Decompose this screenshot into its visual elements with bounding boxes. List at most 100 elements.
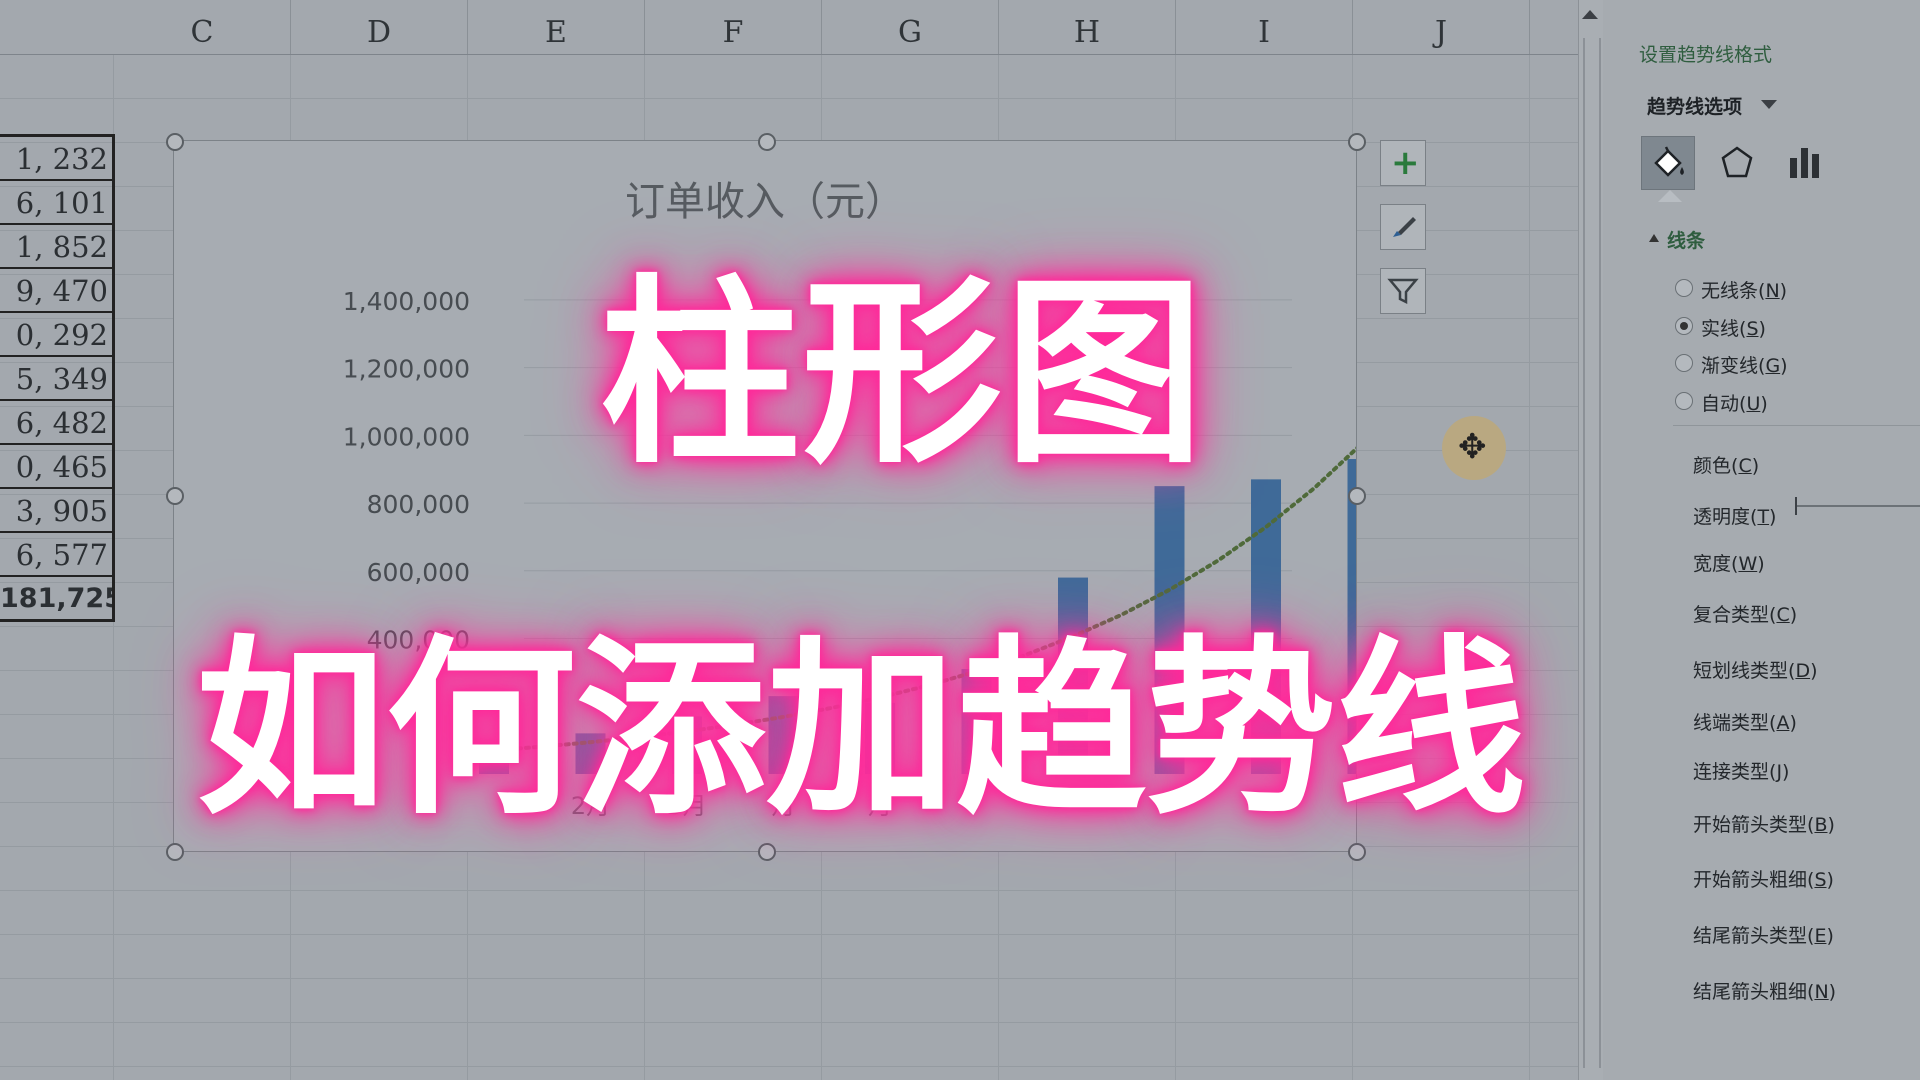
- column-header-c[interactable]: C: [114, 0, 291, 54]
- row-gridline: [0, 1066, 1578, 1067]
- shortcut-key: C: [1776, 604, 1790, 626]
- overlay-caption-title: 柱形图: [600, 258, 1207, 491]
- prop-label: 开始箭头类型: [1693, 814, 1808, 836]
- resize-handle[interactable]: [166, 487, 184, 505]
- prop-label: 颜色: [1693, 455, 1732, 477]
- shortcut-key: S: [1814, 869, 1827, 891]
- radio-button-selected[interactable]: [1675, 317, 1693, 335]
- prop-label: 复合类型: [1693, 604, 1770, 626]
- prop-cap-type[interactable]: 线端类型(A): [1693, 708, 1797, 735]
- prop-compound-type[interactable]: 复合类型(C): [1693, 600, 1797, 627]
- overlay-caption-subtitle: 如何添加趋势线: [196, 619, 1527, 840]
- y-tick-label: 1,000,000: [343, 422, 470, 451]
- divider: [1673, 425, 1920, 426]
- plus-icon: +: [1391, 143, 1420, 183]
- prop-label: 结尾箭头类型: [1693, 925, 1808, 947]
- shortcut-key: A: [1776, 712, 1790, 734]
- prop-dash-type[interactable]: 短划线类型(D): [1693, 656, 1818, 683]
- shortcut-key: N: [1814, 981, 1829, 1003]
- column-header-h[interactable]: H: [999, 0, 1176, 54]
- prop-label: 开始箭头粗细: [1693, 869, 1808, 891]
- row-gridline: [0, 890, 1578, 891]
- table-cell[interactable]: 0, 465: [0, 445, 112, 489]
- tab-pointer: [1658, 190, 1682, 202]
- shortcut-key: U: [1746, 393, 1761, 415]
- table-cell[interactable]: 1, 232: [0, 137, 112, 181]
- resize-handle[interactable]: [758, 133, 776, 151]
- chart-title[interactable]: 订单收入（元）: [174, 169, 1356, 227]
- resize-handle[interactable]: [1348, 487, 1366, 505]
- column-header-g[interactable]: G: [822, 0, 999, 54]
- tab-fill-line[interactable]: [1641, 136, 1695, 190]
- table-cell[interactable]: 1, 852: [0, 225, 112, 269]
- prop-label: 短划线类型: [1693, 660, 1789, 682]
- trendline-options-dropdown[interactable]: 趋势线选项: [1647, 92, 1742, 119]
- y-tick-label: 1,200,000: [343, 355, 470, 384]
- pane-title: 设置趋势线格式: [1639, 44, 1773, 66]
- tab-effects[interactable]: [1711, 136, 1763, 188]
- resize-handle[interactable]: [166, 133, 184, 151]
- scrollbar-track[interactable]: [1583, 38, 1601, 1068]
- scroll-up-arrow-icon[interactable]: [1582, 10, 1598, 19]
- resize-handle[interactable]: [1348, 843, 1366, 861]
- section-line-header[interactable]: 线条: [1667, 226, 1705, 253]
- radio-label: 无线条: [1701, 280, 1759, 302]
- prop-begin-arrow-size[interactable]: 开始箭头粗细(S): [1693, 865, 1834, 892]
- y-tick-label: 800,000: [367, 490, 470, 519]
- table-cell[interactable]: 6, 101: [0, 181, 112, 225]
- prop-label: 结尾箭头粗细: [1693, 981, 1808, 1003]
- shortcut-key: T: [1757, 506, 1770, 528]
- resize-handle[interactable]: [166, 843, 184, 861]
- chart-elements-button[interactable]: +: [1380, 140, 1426, 186]
- row-gridline: [0, 98, 1578, 99]
- chevron-down-icon[interactable]: [1761, 100, 1777, 109]
- shortcut-key: G: [1765, 355, 1781, 377]
- table-cell[interactable]: 3, 905: [0, 489, 112, 533]
- column-header-d[interactable]: D: [291, 0, 468, 54]
- radio-button[interactable]: [1675, 279, 1693, 297]
- prop-join-type[interactable]: 连接类型(J): [1693, 757, 1789, 784]
- table-cell[interactable]: 9, 470: [0, 269, 112, 313]
- prop-end-arrow-type[interactable]: 结尾箭头类型(E): [1693, 921, 1834, 948]
- prop-color[interactable]: 颜色(C): [1693, 451, 1759, 478]
- transparency-slider-thumb[interactable]: [1795, 497, 1797, 515]
- prop-end-arrow-size[interactable]: 结尾箭头粗细(N): [1693, 977, 1836, 1004]
- y-tick-label: 600,000: [367, 558, 470, 587]
- column-header-e[interactable]: E: [468, 0, 645, 54]
- resize-handle[interactable]: [758, 843, 776, 861]
- prop-begin-arrow-type[interactable]: 开始箭头类型(B): [1693, 810, 1835, 837]
- radio-label: 自动: [1701, 393, 1740, 415]
- shortcut-key: S: [1746, 318, 1759, 340]
- shortcut-key: B: [1814, 814, 1828, 836]
- prop-width[interactable]: 宽度(W): [1693, 549, 1765, 576]
- table-cell[interactable]: 6, 482: [0, 401, 112, 445]
- radio-button[interactable]: [1675, 392, 1693, 410]
- column-header-j[interactable]: J: [1353, 0, 1530, 54]
- chart-filters-button[interactable]: [1380, 268, 1426, 314]
- radio-button[interactable]: [1675, 354, 1693, 372]
- table-cell[interactable]: 6, 577: [0, 533, 112, 577]
- prop-transparency[interactable]: 透明度(T): [1693, 502, 1776, 529]
- shortcut-key: N: [1765, 280, 1780, 302]
- tab-trendline-options[interactable]: [1779, 136, 1831, 188]
- table-cell[interactable]: 5, 349: [0, 357, 112, 401]
- column-header-f[interactable]: F: [645, 0, 822, 54]
- chart-styles-button[interactable]: [1380, 204, 1426, 250]
- table-total-cell[interactable]: 181,725: [0, 577, 112, 622]
- radio-label: 实线: [1701, 318, 1740, 340]
- transparency-slider[interactable]: [1795, 505, 1920, 507]
- radio-label: 渐变线: [1701, 355, 1759, 377]
- section-collapse-icon[interactable]: [1649, 234, 1659, 242]
- move-cursor-icon: ✥: [1458, 427, 1487, 467]
- shortcut-key: E: [1814, 925, 1827, 947]
- resize-handle[interactable]: [1348, 133, 1366, 151]
- prop-label: 宽度: [1693, 553, 1732, 575]
- mouse-cursor-highlight: ✥: [1442, 416, 1506, 480]
- vertical-scrollbar[interactable]: [1578, 0, 1603, 1080]
- format-trendline-pane: 设置趋势线格式 趋势线选项 线条 无线条(N) 实线(S) 渐变线(G) 自动(…: [1603, 0, 1920, 1080]
- spreadsheet-grid[interactable]: C D E F G H I J 1, 232 6, 101 1, 852 9, …: [0, 0, 1578, 1080]
- table-cell[interactable]: 0, 292: [0, 313, 112, 357]
- row-gridline: [0, 1022, 1578, 1023]
- column-header-i[interactable]: I: [1176, 0, 1353, 54]
- shortcut-key: C: [1738, 455, 1752, 477]
